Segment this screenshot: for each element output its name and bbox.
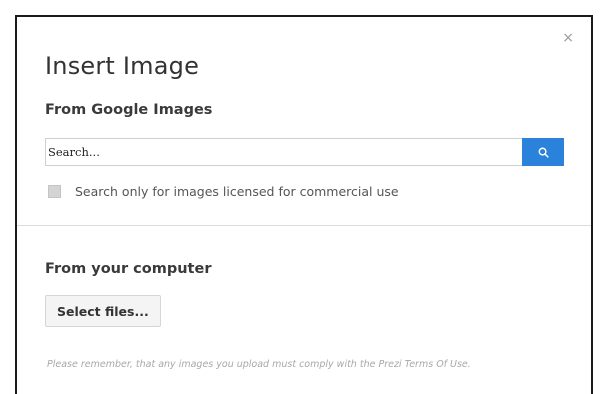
commercial-use-option: Search only for images licensed for comm… bbox=[48, 182, 399, 200]
commercial-use-checkbox[interactable] bbox=[48, 184, 61, 198]
dialog-title: Insert Image bbox=[45, 52, 200, 80]
close-icon[interactable]: × bbox=[562, 31, 574, 45]
computer-heading: From your computer bbox=[45, 261, 212, 277]
section-divider bbox=[17, 225, 591, 226]
insert-image-dialog: × Insert Image From Google Images Search… bbox=[15, 15, 593, 394]
search-input[interactable] bbox=[45, 138, 522, 166]
google-images-heading: From Google Images bbox=[45, 102, 213, 118]
search-button[interactable] bbox=[522, 138, 564, 166]
search-row bbox=[45, 138, 564, 166]
terms-notice: Please remember, that any images you upl… bbox=[47, 359, 471, 370]
select-files-button[interactable]: Select files... bbox=[45, 295, 161, 327]
search-icon bbox=[538, 147, 549, 158]
commercial-use-label[interactable]: Search only for images licensed for comm… bbox=[75, 184, 399, 199]
